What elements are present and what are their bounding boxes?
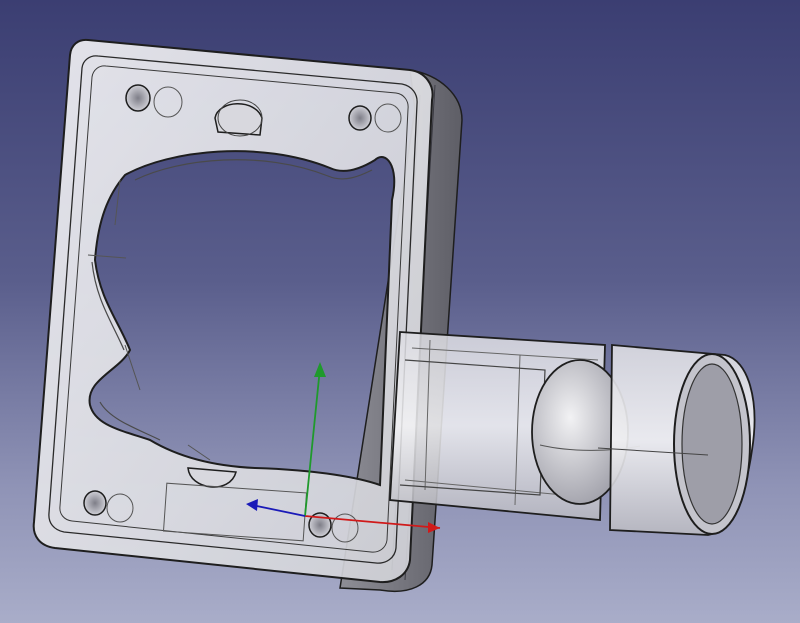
3d-viewport[interactable] (0, 0, 800, 623)
outlet-cylinder[interactable] (597, 344, 756, 536)
model-scene[interactable] (0, 0, 800, 623)
